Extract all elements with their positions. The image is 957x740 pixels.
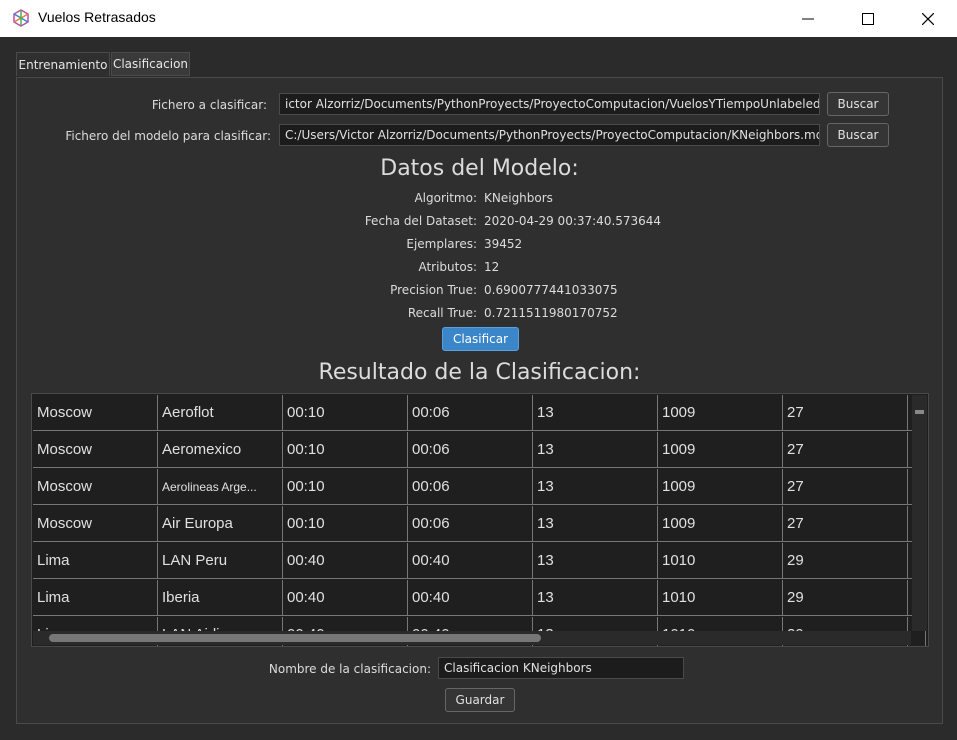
table-cell[interactable]: 00:40 xyxy=(408,580,533,616)
table-cell[interactable]: 13 xyxy=(533,506,658,542)
table-cell[interactable]: 00:10 xyxy=(283,506,408,542)
minimize-icon xyxy=(802,18,814,19)
table-row[interactable]: Moscow Aeroflot 00:10 00:06 13 1009 27 xyxy=(33,395,926,432)
table-row[interactable]: Moscow Aeromexico 00:10 00:06 13 1009 27 xyxy=(33,432,926,469)
tab-entrenamiento[interactable]: Entrenamiento xyxy=(16,52,110,76)
horizontal-scrollbar[interactable] xyxy=(33,631,911,645)
table-row[interactable]: Moscow Aerolineas Arge... 00:10 00:06 13 1009… xyxy=(33,469,926,506)
maximize-button[interactable] xyxy=(839,0,897,37)
table-cell[interactable]: Aeroflot xyxy=(158,395,283,431)
minimize-button[interactable] xyxy=(779,0,837,37)
table-cell[interactable]: 00:10 xyxy=(283,469,408,505)
browse-model-button[interactable]: Buscar xyxy=(827,123,889,147)
browse-file-button[interactable]: Buscar xyxy=(827,92,889,116)
classification-panel: Fichero a clasificar: ictor Alzorriz/Doc… xyxy=(16,77,943,724)
algorithm-value: KNeighbors xyxy=(484,191,553,205)
app-icon xyxy=(13,9,29,27)
table-cell[interactable]: Iberia xyxy=(158,580,283,616)
table-cell[interactable]: 27 xyxy=(783,469,908,505)
horizontal-scroll-thumb[interactable] xyxy=(49,634,541,642)
table-cell[interactable]: 1009 xyxy=(658,432,783,468)
attributes-value: 12 xyxy=(484,260,500,274)
table-cell[interactable]: Moscow xyxy=(33,506,158,542)
results-table[interactable]: Moscow Aeroflot 00:10 00:06 13 1009 27 Moscow Ae… xyxy=(31,393,929,647)
table-row[interactable]: Lima Iberia 00:40 00:40 13 1010 29 xyxy=(33,580,926,617)
classification-name-label: Nombre de la clasificacion: xyxy=(268,662,431,676)
table-cell[interactable]: 00:40 xyxy=(283,543,408,579)
vertical-scroll-thumb[interactable] xyxy=(915,410,924,414)
title-bar: Vuelos Retrasados xyxy=(0,0,957,37)
dataset-date-label: Fecha del Dataset: xyxy=(364,214,477,228)
table-row[interactable]: Lima LAN Peru 00:40 00:40 13 1010 29 xyxy=(33,543,926,580)
table-cell[interactable]: 1010 xyxy=(658,580,783,616)
precision-label: Precision True: xyxy=(390,283,477,297)
table-cell[interactable]: 1010 xyxy=(658,543,783,579)
recall-label: Recall True: xyxy=(407,306,477,320)
maximize-icon xyxy=(862,12,874,25)
model-label: Fichero del modelo para clasificar: xyxy=(65,129,271,143)
table-cell[interactable]: Moscow xyxy=(33,432,158,468)
classification-name-field[interactable]: Clasificacion KNeighbors xyxy=(438,657,684,679)
results-heading: Resultado de la Clasificacion: xyxy=(318,360,641,385)
window-title: Vuelos Retrasados xyxy=(38,9,156,25)
file-path-field[interactable]: ictor Alzorriz/Documents/PythonProyects/… xyxy=(279,93,820,115)
save-button[interactable]: Guardar xyxy=(445,688,515,712)
table-cell[interactable]: 00:06 xyxy=(408,395,533,431)
precision-value: 0.6900777441033075 xyxy=(484,283,618,297)
table-cell[interactable]: 29 xyxy=(783,543,908,579)
algorithm-label: Algoritmo: xyxy=(414,191,477,205)
table-row[interactable]: Moscow Air Europa 00:10 00:06 13 1009 27 xyxy=(33,506,926,543)
tab-clasificacion[interactable]: Clasificacion xyxy=(111,52,190,76)
classify-button[interactable]: Clasificar xyxy=(442,327,519,351)
table-cell[interactable]: 00:06 xyxy=(408,432,533,468)
table-cell[interactable]: 1009 xyxy=(658,469,783,505)
main-area: Entrenamiento Clasificacion Fichero a cl… xyxy=(0,37,957,740)
table-cell[interactable]: 29 xyxy=(783,580,908,616)
table-cell[interactable]: Aeromexico xyxy=(158,432,283,468)
table-cell[interactable]: 1009 xyxy=(658,395,783,431)
table-cell[interactable]: 13 xyxy=(533,395,658,431)
vertical-scrollbar[interactable] xyxy=(912,395,927,631)
table-cell[interactable]: 00:40 xyxy=(283,580,408,616)
dataset-date-value: 2020-04-29 00:37:40.573644 xyxy=(484,214,662,228)
table-cell[interactable]: 00:06 xyxy=(408,506,533,542)
attributes-label: Atributos: xyxy=(418,260,477,274)
close-button[interactable] xyxy=(899,0,957,37)
table-cell[interactable]: 00:06 xyxy=(408,469,533,505)
table-cell[interactable]: Aerolineas Arge... xyxy=(158,469,283,505)
table-cell[interactable]: 00:10 xyxy=(283,432,408,468)
recall-value: 0.7211511980170752 xyxy=(484,306,618,320)
samples-label: Ejemplares: xyxy=(406,237,477,251)
table-cell[interactable]: LAN Peru xyxy=(158,543,283,579)
table-cell[interactable]: Moscow xyxy=(33,395,158,431)
table-cell[interactable]: 00:10 xyxy=(283,395,408,431)
table-cell[interactable]: 13 xyxy=(533,543,658,579)
table-cell[interactable]: 27 xyxy=(783,432,908,468)
model-path-field[interactable]: C:/Users/Victor Alzorriz/Documents/Pytho… xyxy=(279,124,820,146)
table-cell[interactable]: 27 xyxy=(783,395,908,431)
table-cell[interactable]: 13 xyxy=(533,432,658,468)
file-label: Fichero a clasificar: xyxy=(151,98,267,112)
table-cell[interactable]: 00:40 xyxy=(408,543,533,579)
samples-value: 39452 xyxy=(484,237,523,251)
table-cell[interactable]: 1009 xyxy=(658,506,783,542)
table-cell[interactable]: Lima xyxy=(33,580,158,616)
table-cell[interactable]: 13 xyxy=(533,580,658,616)
table-cell[interactable]: Moscow xyxy=(33,469,158,505)
table-cell[interactable]: Air Europa xyxy=(158,506,283,542)
table-cell[interactable]: Lima xyxy=(33,543,158,579)
table-cell[interactable]: 27 xyxy=(783,506,908,542)
table-cell[interactable]: 13 xyxy=(533,469,658,505)
close-icon xyxy=(922,12,934,25)
model-heading: Datos del Modelo: xyxy=(380,156,579,181)
